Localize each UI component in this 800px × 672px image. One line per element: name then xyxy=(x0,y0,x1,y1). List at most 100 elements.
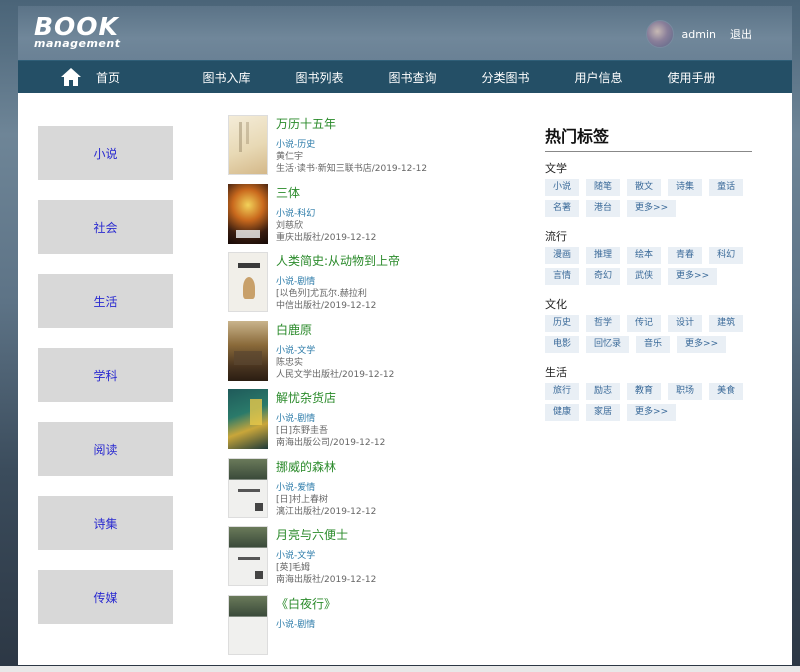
tag-group-label: 流行 xyxy=(545,230,567,243)
tag-group-label: 文学 xyxy=(545,162,567,175)
nav-home[interactable]: 首页 xyxy=(60,67,180,87)
book-title[interactable]: 人类简史:从动物到上帝 xyxy=(276,254,400,268)
book-cover[interactable] xyxy=(228,389,268,449)
category-button[interactable]: 生活 xyxy=(38,274,173,328)
tag-link[interactable]: 武侠 xyxy=(627,268,662,285)
book-cover[interactable] xyxy=(228,252,268,312)
book-publisher: 南海出版公司/2019-12-12 xyxy=(276,438,386,448)
book-category: 小说-文学 xyxy=(276,551,316,561)
more-tags-link[interactable]: 更多>> xyxy=(677,336,727,353)
window-bottom-edge xyxy=(0,666,800,672)
tag-link[interactable]: 随笔 xyxy=(586,179,621,196)
tag-link[interactable]: 家居 xyxy=(586,404,621,421)
tag-link[interactable]: 美食 xyxy=(709,383,744,400)
nav-book-list[interactable]: 图书列表 xyxy=(273,69,366,86)
tag-link[interactable]: 漫画 xyxy=(545,247,580,264)
book-cover[interactable] xyxy=(228,594,268,655)
nav-user-manual[interactable]: 使用手册 xyxy=(645,69,738,86)
book-publisher: 南海出版社/2019-12-12 xyxy=(276,575,377,585)
tag-link[interactable]: 推理 xyxy=(586,247,621,264)
tag-group: 历史 哲学 传记 设计 建筑 电影 回忆录 音乐 更多>> xyxy=(545,315,752,357)
tag-group: 小说 随笔 散文 诗集 童话 名著 港台 更多>> xyxy=(545,179,752,221)
book-title[interactable]: 月亮与六便士 xyxy=(276,528,376,542)
book-list: 万历十五年 小说-历史 黄仁宇 生活·读书·新知三联书店/2019-12-12 … xyxy=(228,115,528,663)
book-title[interactable]: 解忧杂货店 xyxy=(276,391,385,405)
book-title[interactable]: 白鹿原 xyxy=(276,323,394,337)
more-tags-link[interactable]: 更多>> xyxy=(627,404,677,421)
category-button[interactable]: 诗集 xyxy=(38,496,173,550)
tag-link[interactable]: 哲学 xyxy=(586,315,621,332)
tag-link[interactable]: 港台 xyxy=(586,200,621,217)
book-title[interactable]: 《白夜行》 xyxy=(276,597,336,611)
category-button[interactable]: 阅读 xyxy=(38,422,173,476)
book-item: 挪威的森林 小说-爱情 [日]村上春树 漓江出版社/2019-12-12 xyxy=(228,457,528,527)
book-cover[interactable] xyxy=(228,320,268,381)
tag-link[interactable]: 历史 xyxy=(545,315,580,332)
book-publisher: 漓江出版社/2019-12-12 xyxy=(276,506,377,517)
book-cover[interactable] xyxy=(228,115,268,175)
tag-link[interactable]: 励志 xyxy=(586,383,621,400)
category-button[interactable]: 社会 xyxy=(38,200,173,254)
book-publisher: 重庆出版社/2019-12-12 xyxy=(276,232,377,243)
nav-book-storage[interactable]: 图书入库 xyxy=(180,69,273,86)
book-cover[interactable] xyxy=(228,457,268,518)
nav-home-label: 首页 xyxy=(96,70,121,85)
tag-group: 漫画 推理 绘本 青春 科幻 言情 奇幻 武侠 更多>> xyxy=(545,247,752,289)
book-author: 黄仁宇 xyxy=(276,152,304,162)
tag-link[interactable]: 童话 xyxy=(709,179,744,196)
nav-book-search[interactable]: 图书查询 xyxy=(366,69,459,86)
logout-link[interactable]: 退出 xyxy=(730,26,752,42)
category-button[interactable]: 小说 xyxy=(38,126,173,180)
more-tags-link[interactable]: 更多>> xyxy=(627,200,677,217)
tag-group-label: 文化 xyxy=(545,298,567,311)
tag-link[interactable]: 健康 xyxy=(545,404,580,421)
tag-link[interactable]: 职场 xyxy=(668,383,703,400)
book-title[interactable]: 三体 xyxy=(276,186,376,200)
tag-link[interactable]: 教育 xyxy=(627,383,662,400)
book-author: [英]毛姆 xyxy=(276,563,311,573)
book-item: 三体 小说-科幻 刘慈欣 重庆出版社/2019-12-12 xyxy=(228,183,528,253)
tag-group: 旅行 励志 教育 职场 美食 健康 家居 更多>> xyxy=(545,383,752,425)
more-tags-link[interactable]: 更多>> xyxy=(668,268,718,285)
hot-tags-title: 热门标签 xyxy=(545,123,752,152)
category-button[interactable]: 传媒 xyxy=(38,570,173,624)
logo[interactable]: BOOK management xyxy=(34,14,121,49)
hot-tags-panel: 热门标签 文学 小说 随笔 散文 诗集 童话 名著 港台 更多>> 流行 漫画 … xyxy=(545,123,752,432)
book-cover[interactable] xyxy=(228,526,268,586)
book-title[interactable]: 万历十五年 xyxy=(276,117,427,131)
book-item: 月亮与六便士 小说-文学 [英]毛姆 南海出版社/2019-12-12 xyxy=(228,526,528,595)
tag-link[interactable]: 言情 xyxy=(545,268,580,285)
tag-link[interactable]: 科幻 xyxy=(709,247,744,264)
tag-link[interactable]: 诗集 xyxy=(668,179,703,196)
book-author: 刘慈欣 xyxy=(276,220,304,231)
main-nav: 首页 图书入库 图书列表 图书查询 分类图书 用户信息 使用手册 xyxy=(18,60,792,93)
tag-link[interactable]: 散文 xyxy=(627,179,662,196)
tag-link[interactable]: 旅行 xyxy=(545,383,580,400)
tag-link[interactable]: 音乐 xyxy=(636,336,671,353)
tag-link[interactable]: 绘本 xyxy=(627,247,662,264)
tag-link[interactable]: 青春 xyxy=(668,247,703,264)
tag-link[interactable]: 回忆录 xyxy=(586,336,630,353)
book-cover[interactable] xyxy=(228,183,268,244)
book-category: 小说-剧情 xyxy=(276,619,316,630)
tag-link[interactable]: 电影 xyxy=(545,336,580,353)
tag-link[interactable]: 名著 xyxy=(545,200,580,217)
book-author: 陈忠实 xyxy=(276,357,304,368)
tag-link[interactable]: 奇幻 xyxy=(586,268,621,285)
book-item: 白鹿原 小说-文学 陈忠实 人民文学出版社/2019-12-12 xyxy=(228,320,528,390)
home-icon xyxy=(61,68,81,86)
nav-book-categories[interactable]: 分类图书 xyxy=(459,69,552,86)
book-publisher: 生活·读书·新知三联书店/2019-12-12 xyxy=(276,164,428,174)
tag-link[interactable]: 传记 xyxy=(627,315,662,332)
tag-link[interactable]: 建筑 xyxy=(709,315,744,332)
avatar[interactable] xyxy=(645,20,674,48)
nav-user-info[interactable]: 用户信息 xyxy=(552,69,645,86)
book-title[interactable]: 挪威的森林 xyxy=(276,460,376,474)
category-button[interactable]: 学科 xyxy=(38,348,173,402)
tag-link[interactable]: 设计 xyxy=(668,315,703,332)
tag-link[interactable]: 小说 xyxy=(545,179,580,196)
book-category: 小说-剧情 xyxy=(276,414,316,424)
app-frame: BOOK management admin 退出 首页 图书入库 图书列表 图书… xyxy=(18,6,792,672)
book-publisher: 中信出版社/2019-12-12 xyxy=(276,301,377,311)
book-category: 小说-爱情 xyxy=(276,482,316,493)
